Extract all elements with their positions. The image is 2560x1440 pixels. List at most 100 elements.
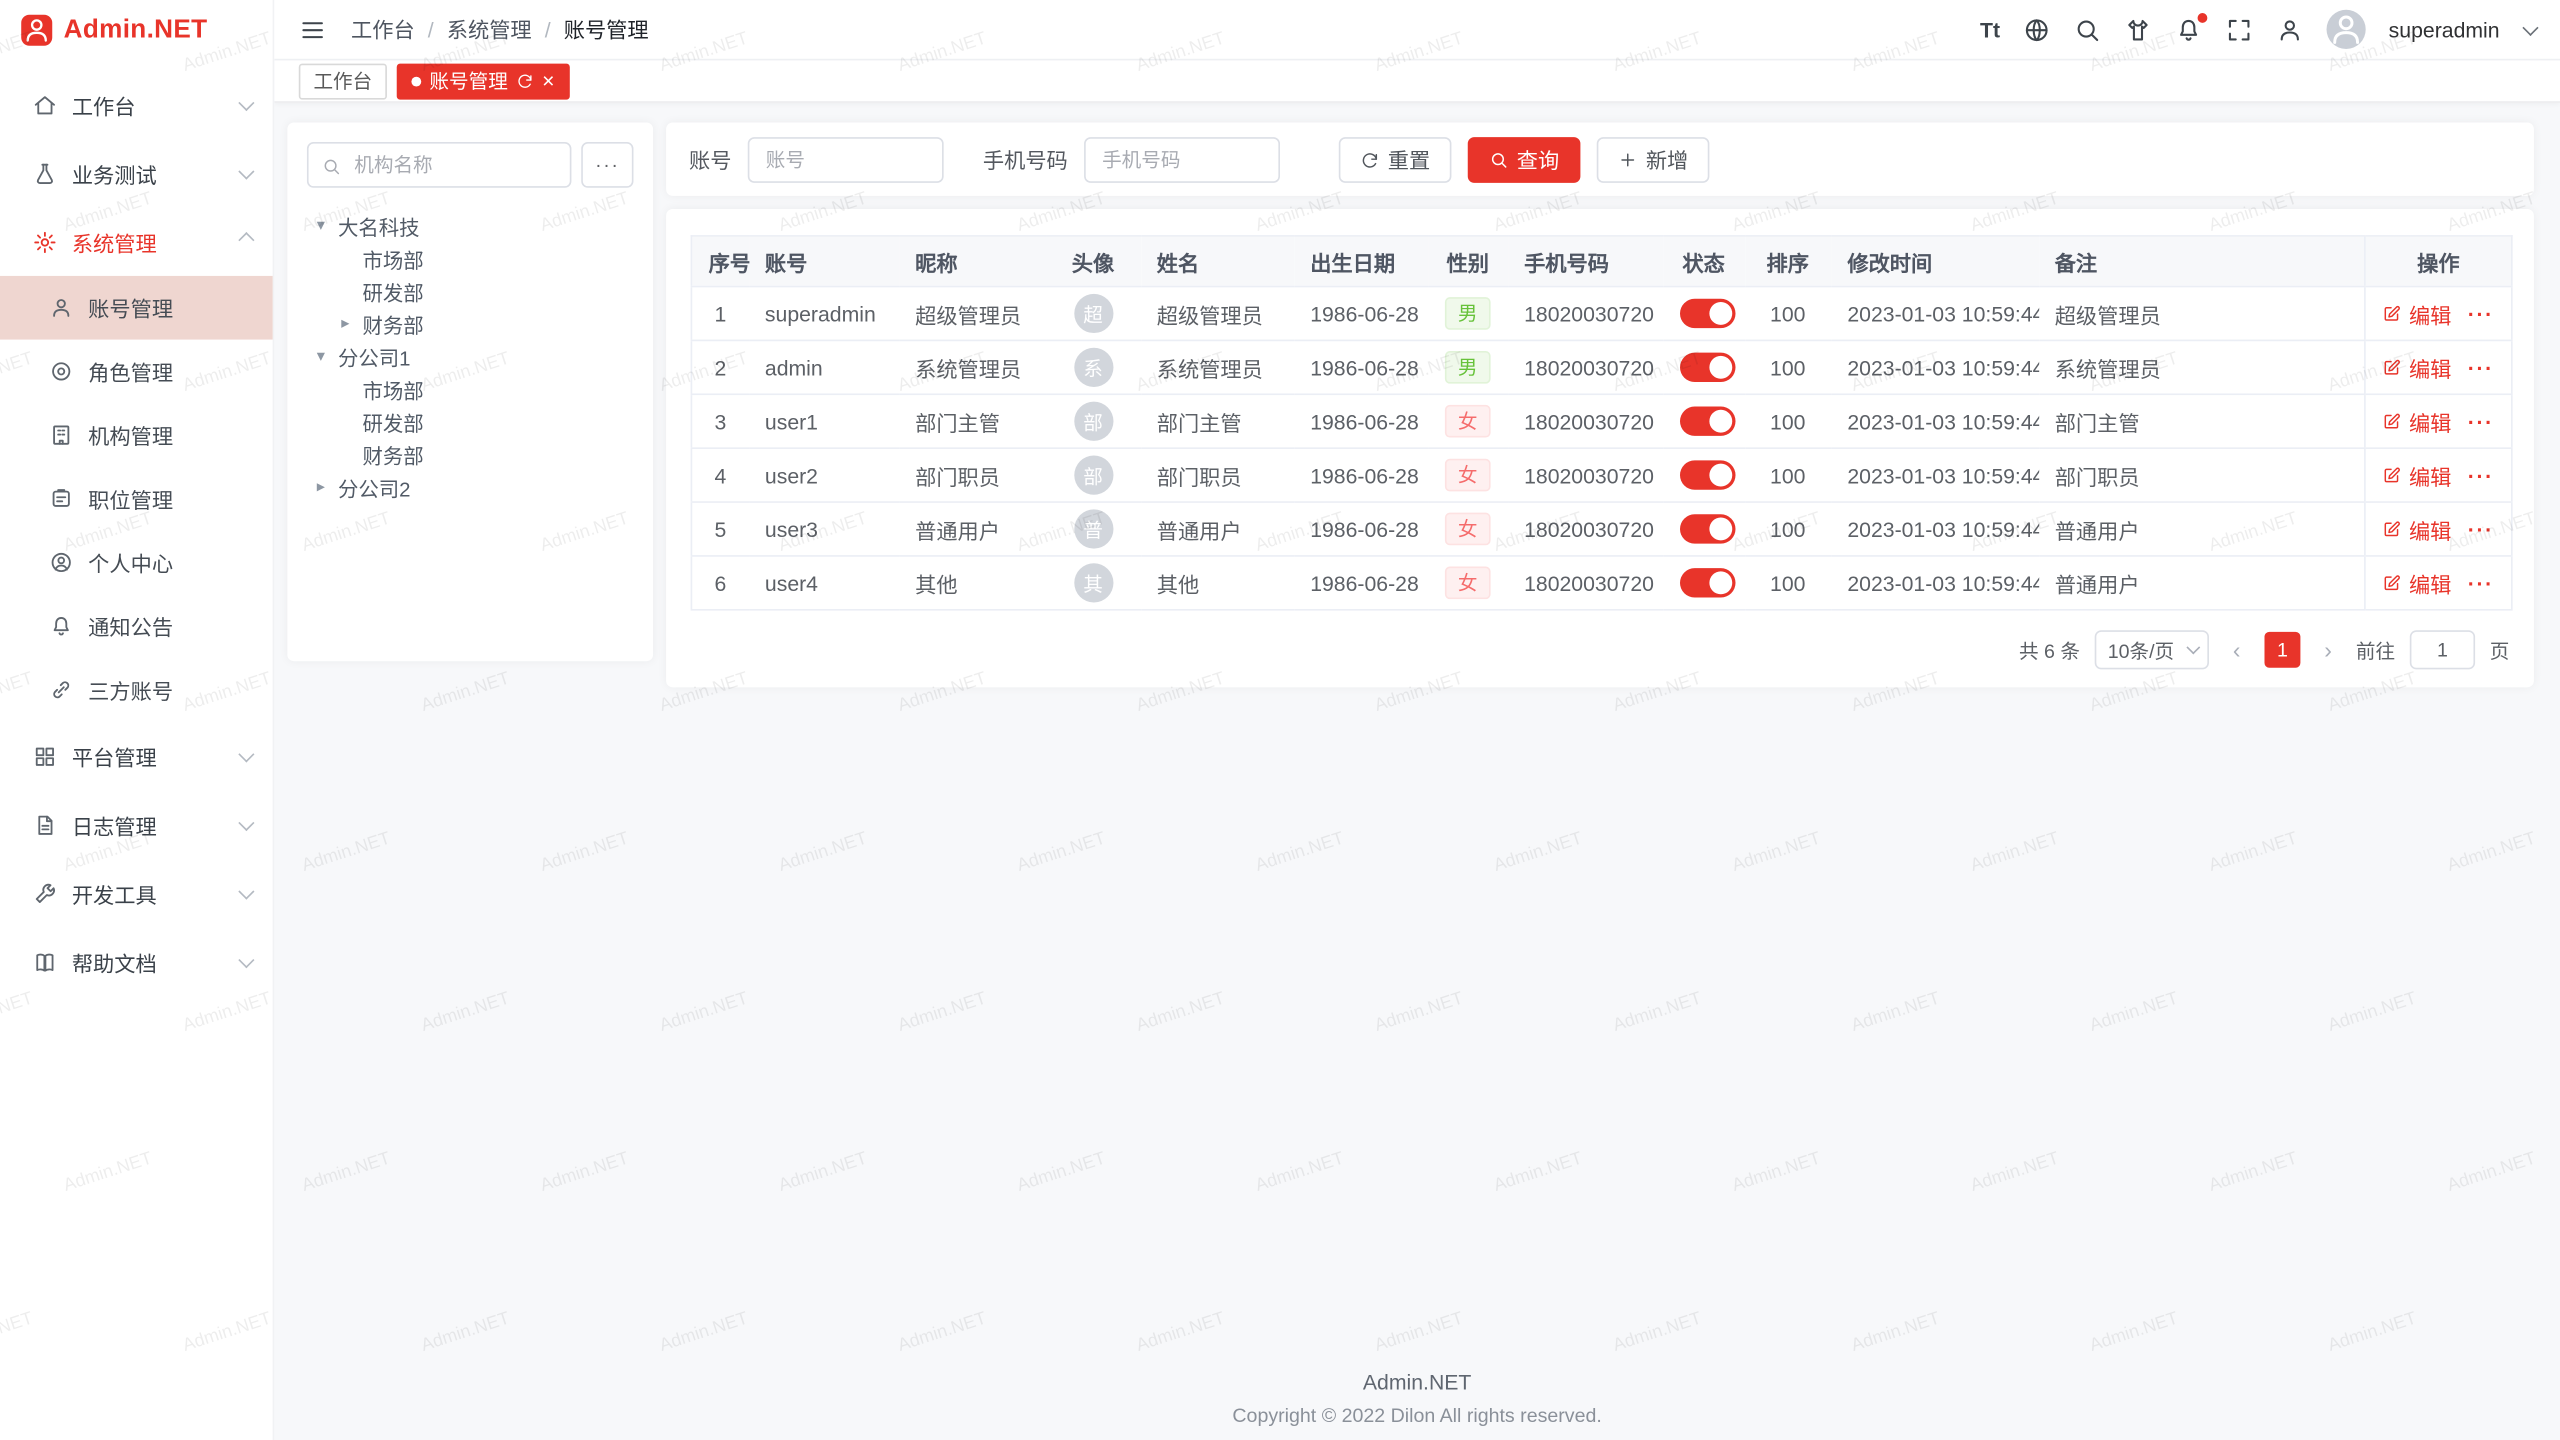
tree-caret-icon[interactable]: ▾ xyxy=(317,216,338,234)
sidebar-subitem-account-mgmt[interactable]: 账号管理 xyxy=(0,276,273,340)
toggle-knob xyxy=(1709,356,1732,379)
edit-label: 编辑 xyxy=(2409,352,2451,383)
sidebar-item-dev-tools[interactable]: 开发工具 xyxy=(0,859,273,928)
username[interactable]: superadmin xyxy=(2389,17,2500,41)
org-search-input[interactable] xyxy=(351,152,557,178)
search-button[interactable]: 查询 xyxy=(1468,136,1581,182)
reset-label: 重置 xyxy=(1388,144,1430,175)
sidebar-item-system-mgmt[interactable]: 系统管理 xyxy=(0,207,273,276)
fullscreen-icon[interactable] xyxy=(2225,16,2253,44)
tree-node-market-dept[interactable]: 市场部 xyxy=(307,372,634,405)
sidebar-item-platform-mgmt[interactable]: 平台管理 xyxy=(0,722,273,791)
breadcrumb-item[interactable]: 工作台 xyxy=(351,18,415,42)
sidebar-item-log-mgmt[interactable]: 日志管理 xyxy=(0,790,273,859)
logo-icon xyxy=(21,15,52,46)
status-toggle[interactable] xyxy=(1679,568,1735,597)
sidebar-item-workbench[interactable]: 工作台 xyxy=(0,70,273,139)
user-avatar[interactable] xyxy=(2327,10,2366,49)
menu-collapse-icon[interactable] xyxy=(299,16,327,44)
tree-node-finance-dept[interactable]: 财务部 xyxy=(307,438,634,471)
goto-page-input[interactable] xyxy=(2410,630,2475,669)
profile-icon xyxy=(49,550,73,574)
status-toggle[interactable] xyxy=(1679,460,1735,489)
toggle-knob xyxy=(1709,571,1732,594)
sidebar-subitem-role-mgmt[interactable]: 角色管理 xyxy=(0,340,273,404)
tree-caret-icon[interactable]: ▸ xyxy=(317,478,338,496)
avatar-cell: 超 xyxy=(1046,287,1141,341)
edit-button[interactable]: 编辑 xyxy=(2383,352,2452,383)
index-cell: 2 xyxy=(691,340,748,394)
tree-node-market-dept[interactable]: 市场部 xyxy=(307,242,634,275)
tree-node-finance-dept[interactable]: ▸财务部 xyxy=(307,307,634,340)
sidebar-subitem-org-mgmt[interactable]: 机构管理 xyxy=(0,403,273,467)
tab-account-mgmt[interactable]: 账号管理 × xyxy=(397,63,569,99)
current-page[interactable]: 1 xyxy=(2264,632,2300,668)
tree-node-branch2[interactable]: ▸分公司2 xyxy=(307,470,634,503)
page-size-select[interactable]: 10条/页 xyxy=(2095,630,2209,669)
sidebar-item-business-test[interactable]: 业务测试 xyxy=(0,139,273,208)
edit-button[interactable]: 编辑 xyxy=(2383,298,2452,329)
edit-button[interactable]: 编辑 xyxy=(2383,406,2452,437)
nickname-cell: 部门职员 xyxy=(899,448,1046,502)
sidebar-subitem-notice[interactable]: 通知公告 xyxy=(0,594,273,658)
status-toggle[interactable] xyxy=(1679,299,1735,328)
more-actions-button[interactable]: ··· xyxy=(2468,301,2494,325)
tree-node-label: 研发部 xyxy=(362,275,423,306)
modified-time-cell: 2023-01-03 10:59:44 xyxy=(1831,287,2038,341)
next-page-button[interactable]: › xyxy=(2315,638,2341,661)
tree-node-rd-dept[interactable]: 研发部 xyxy=(307,274,634,307)
tree-node-branch1[interactable]: ▾分公司1 xyxy=(307,340,634,373)
language-icon[interactable] xyxy=(2023,16,2051,44)
breadcrumb-item[interactable]: 系统管理 xyxy=(447,18,532,42)
sidebar-subitem-third-account[interactable]: 三方账号 xyxy=(0,658,273,722)
edit-button[interactable]: 编辑 xyxy=(2383,567,2452,598)
reset-button[interactable]: 重置 xyxy=(1339,136,1452,182)
sidebar-item-label: 帮助文档 xyxy=(72,946,157,977)
search-icon xyxy=(1489,149,1509,169)
more-actions-button[interactable]: ··· xyxy=(2468,463,2494,487)
profile-icon[interactable] xyxy=(2276,16,2304,44)
add-button[interactable]: 新增 xyxy=(1597,136,1710,182)
prev-page-button[interactable]: ‹ xyxy=(2224,638,2250,661)
edit-button[interactable]: 编辑 xyxy=(2383,513,2452,544)
status-toggle[interactable] xyxy=(1679,353,1735,382)
font-size-icon[interactable]: Tt xyxy=(1980,16,2000,44)
sidebar-subitem-post-mgmt[interactable]: 职位管理 xyxy=(0,467,273,531)
main-content: ··· ▾大名科技市场部研发部▸财务部▾分公司1市场部研发部财务部▸分公司2 账… xyxy=(287,122,2534,1440)
status-toggle[interactable] xyxy=(1679,407,1735,436)
column-header: 头像 xyxy=(1046,236,1141,287)
search-icon[interactable] xyxy=(2074,16,2102,44)
phone-input[interactable] xyxy=(1099,146,1266,172)
status-cell xyxy=(1663,502,1745,556)
sidebar-subitem-user-center[interactable]: 个人中心 xyxy=(0,531,273,595)
avatar: 系 xyxy=(1073,348,1112,387)
more-actions-button[interactable]: ··· xyxy=(2468,355,2494,379)
account-input[interactable] xyxy=(762,146,929,172)
tab-workbench[interactable]: 工作台 xyxy=(299,63,387,99)
account-cell: admin xyxy=(749,340,899,394)
sidebar-item-help-docs[interactable]: 帮助文档 xyxy=(0,927,273,996)
avatar: 部 xyxy=(1073,456,1112,495)
tree-node-rd-dept[interactable]: 研发部 xyxy=(307,405,634,438)
logo[interactable]: Admin.NET xyxy=(0,0,273,60)
tree-caret-icon[interactable]: ▾ xyxy=(317,347,338,365)
breadcrumb-item[interactable]: 账号管理 xyxy=(564,18,649,42)
close-tab-icon[interactable]: × xyxy=(542,70,554,91)
sidebar: Admin.NET 工作台业务测试系统管理账号管理角色管理机构管理职位管理个人中… xyxy=(0,0,274,1440)
app-root: Admin.NETAdmin.NETAdmin.NETAdmin.NETAdmi… xyxy=(0,0,2560,1440)
tree-caret-icon[interactable]: ▸ xyxy=(341,314,362,332)
actions-cell: 编辑 ··· xyxy=(2365,394,2512,448)
chevron-down-icon[interactable] xyxy=(2522,19,2538,35)
more-actions-button[interactable]: ··· xyxy=(2468,409,2494,433)
more-actions-button[interactable]: ··· xyxy=(2468,571,2494,595)
notification-icon[interactable] xyxy=(2175,16,2203,44)
edit-button[interactable]: 编辑 xyxy=(2383,460,2452,491)
gender-badge: 男 xyxy=(1445,297,1491,330)
theme-icon[interactable] xyxy=(2124,16,2152,44)
tab-label: 账号管理 xyxy=(429,67,507,95)
tree-node-daming-tech[interactable]: ▾大名科技 xyxy=(307,209,634,242)
org-more-button[interactable]: ··· xyxy=(581,142,633,188)
status-toggle[interactable] xyxy=(1679,514,1735,543)
refresh-tab-icon[interactable] xyxy=(516,72,534,90)
more-actions-button[interactable]: ··· xyxy=(2468,517,2494,541)
